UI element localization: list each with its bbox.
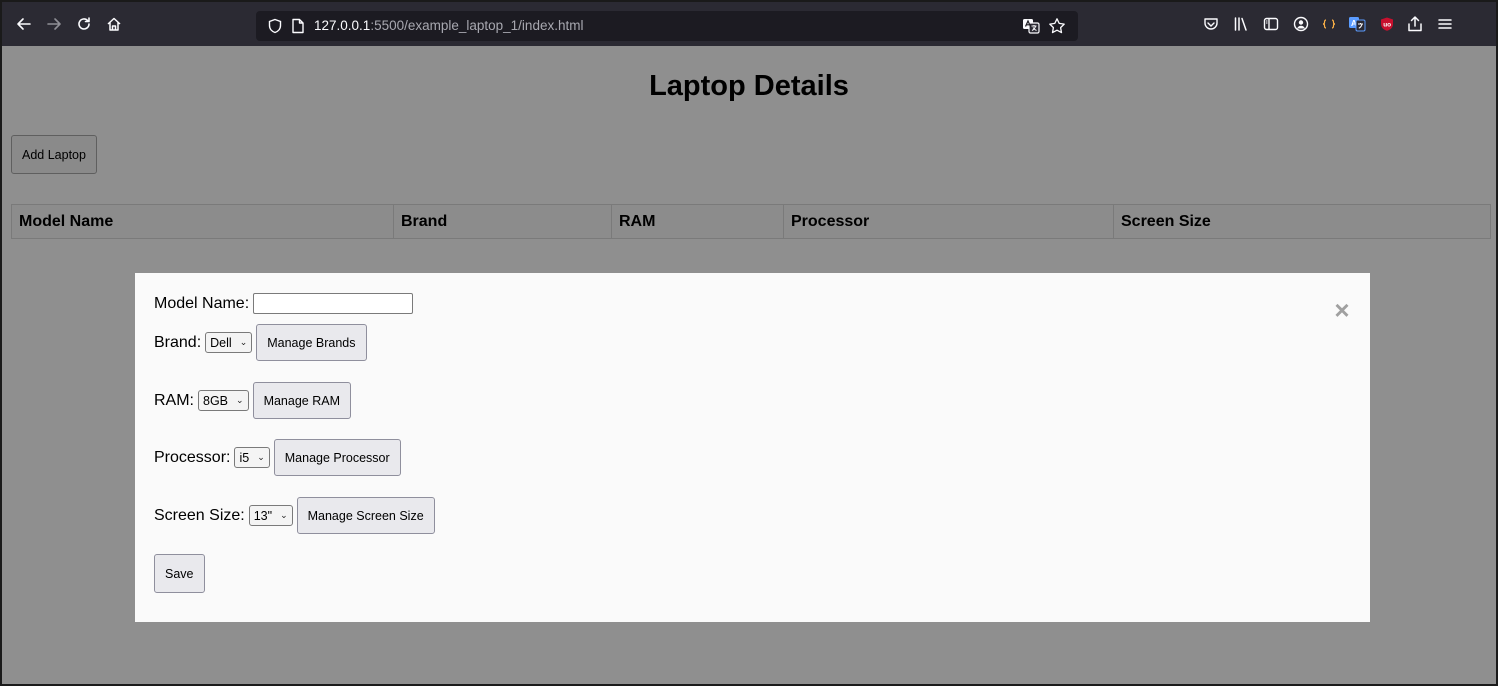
account-icon[interactable] <box>1290 13 1312 35</box>
manage-screen-size-button[interactable]: Manage Screen Size <box>296 497 435 534</box>
column-header-processor: Processor <box>784 205 1114 238</box>
processor-select-value: i5 <box>239 450 250 465</box>
screen-size-row: Screen Size: 13" ⌄ Manage Screen Size <box>154 497 435 534</box>
svg-text:uo: uo <box>1383 22 1391 29</box>
chevron-down-icon: ⌄ <box>239 337 248 347</box>
manage-ram-button[interactable]: Manage RAM <box>252 382 351 419</box>
brand-row: Brand: Dell ⌄ Manage Brands <box>154 324 367 361</box>
model-name-row: Model Name: <box>154 293 414 314</box>
screen-size-select[interactable]: 13" ⌄ <box>248 505 293 526</box>
model-name-input[interactable] <box>253 293 414 314</box>
url-text[interactable]: 127.0.0.1:5500/example_laptop_1/index.ht… <box>314 18 583 33</box>
screen-size-label: Screen Size: <box>154 506 245 524</box>
brand-label: Brand: <box>154 333 202 351</box>
ublock-icon[interactable]: uo <box>1376 13 1398 35</box>
extension-icon[interactable] <box>1318 13 1340 35</box>
menu-icon[interactable] <box>1434 13 1456 35</box>
back-arrow-icon[interactable] <box>10 10 38 38</box>
ram-label: RAM: <box>154 391 194 409</box>
library-icon[interactable] <box>1230 13 1252 35</box>
browser-toolbar: 127.0.0.1:5500/example_laptop_1/index.ht… <box>2 2 1496 46</box>
forward-arrow-icon[interactable] <box>40 10 68 38</box>
ram-row: RAM: 8GB ⌄ Manage RAM <box>154 382 351 419</box>
pocket-icon[interactable] <box>1200 13 1222 35</box>
table-header-row: Model Name Brand RAM Processor Screen Si… <box>11 204 1491 239</box>
manage-processor-button[interactable]: Manage Processor <box>273 439 401 476</box>
reload-icon[interactable] <box>70 10 98 38</box>
translate-icon[interactable] <box>1022 17 1040 35</box>
processor-row: Processor: i5 ⌄ Manage Processor <box>154 439 401 476</box>
processor-label: Processor: <box>154 448 231 466</box>
column-header-brand: Brand <box>394 205 612 238</box>
manage-brands-button[interactable]: Manage Brands <box>256 324 367 361</box>
sidebar-icon[interactable] <box>1260 13 1282 35</box>
page-title: Laptop Details <box>649 70 849 102</box>
column-header-screen-size: Screen Size <box>1121 213 1211 230</box>
processor-select[interactable]: i5 ⌄ <box>234 447 270 468</box>
url-bar[interactable]: 127.0.0.1:5500/example_laptop_1/index.ht… <box>256 11 1078 41</box>
save-row: Save <box>154 554 205 593</box>
save-button[interactable]: Save <box>154 554 205 593</box>
ram-select-value: 8GB <box>203 393 229 408</box>
add-laptop-modal: × Model Name: Brand: Dell ⌄ Manage Brand… <box>135 273 1370 622</box>
shield-icon[interactable] <box>266 17 284 35</box>
column-header-model-name: Model Name <box>12 205 394 238</box>
column-header-ram: RAM <box>612 205 784 238</box>
share-icon[interactable] <box>1404 13 1426 35</box>
model-name-label: Model Name: <box>154 294 250 312</box>
chevron-down-icon: ⌄ <box>236 395 244 405</box>
add-laptop-button[interactable]: Add Laptop <box>11 135 97 174</box>
brand-select[interactable]: Dell ⌄ <box>205 332 253 353</box>
translate-extension-icon[interactable]: A <box>1346 13 1368 35</box>
brand-select-value: Dell <box>210 335 232 350</box>
chevron-down-icon: ⌄ <box>257 452 265 462</box>
star-icon[interactable] <box>1048 17 1066 35</box>
ram-select[interactable]: 8GB ⌄ <box>198 390 249 411</box>
home-icon[interactable] <box>100 10 128 38</box>
chevron-down-icon: ⌄ <box>280 510 288 520</box>
close-icon[interactable]: × <box>1330 297 1354 323</box>
browser-window: 127.0.0.1:5500/example_laptop_1/index.ht… <box>0 0 1498 686</box>
screen-size-select-value: 13" <box>253 508 273 523</box>
page-icon[interactable] <box>289 17 307 35</box>
